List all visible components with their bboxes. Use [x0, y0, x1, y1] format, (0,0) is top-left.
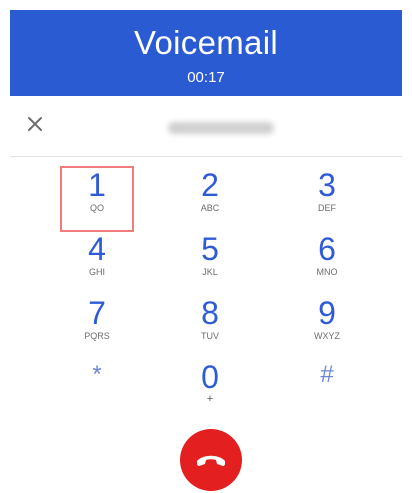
key-digit: 1: [88, 167, 106, 203]
call-title: Voicemail: [134, 24, 278, 61]
key-digit: 9: [318, 295, 336, 331]
dialpad-key-star[interactable]: *: [62, 360, 132, 422]
key-letters: JKL: [202, 267, 218, 277]
key-letters: +: [206, 393, 214, 405]
dialpad-key-5[interactable]: 5 JKL: [175, 232, 245, 294]
key-digit: 5: [201, 231, 219, 267]
dialpad-key-2[interactable]: 2 ABC: [175, 168, 245, 230]
key-letters: TUV: [201, 331, 219, 341]
key-letters: MNO: [316, 267, 338, 277]
key-digit: 2: [201, 167, 219, 203]
phone-hangup-icon: [197, 455, 225, 466]
key-digit: 8: [201, 295, 219, 331]
close-icon[interactable]: [24, 113, 46, 135]
dialpad-key-8[interactable]: 8 TUV: [175, 296, 245, 358]
key-digit: #: [320, 361, 334, 388]
dialpad-key-4[interactable]: 4 GHI: [62, 232, 132, 294]
key-letters: PQRS: [84, 331, 110, 341]
key-digit: 7: [88, 295, 106, 331]
dialpad-key-hash[interactable]: #: [292, 360, 362, 422]
key-digit: 0: [201, 359, 219, 395]
dialpad-key-1[interactable]: 1 QO: [60, 166, 134, 232]
key-digit: 4: [88, 231, 106, 267]
dialpad-key-9[interactable]: 9 WXYZ: [292, 296, 362, 358]
call-timer: 00:17: [187, 69, 225, 86]
dialed-number-field[interactable]: [168, 122, 274, 134]
dialpad-key-6[interactable]: 6 MNO: [292, 232, 362, 294]
dialpad-key-7[interactable]: 7 PQRS: [62, 296, 132, 358]
key-digit: 6: [318, 231, 336, 267]
dial-input-row: [10, 96, 402, 157]
key-letters: QO: [89, 203, 104, 213]
end-call-button[interactable]: [180, 429, 242, 491]
dialpad-key-0[interactable]: 0 +: [175, 360, 245, 422]
call-header: Voicemail 00:17: [10, 10, 402, 96]
dialpad-key-3[interactable]: 3 DEF: [292, 168, 362, 230]
voicemail-call-screen: Voicemail 00:17 1 QO 2 ABC 3 DEF 4 GHI 5: [0, 0, 412, 493]
key-digit: *: [92, 361, 102, 388]
key-letters: DEF: [318, 203, 336, 213]
key-digit: 3: [318, 167, 336, 203]
key-letters: ABC: [200, 203, 220, 213]
dialpad: 1 QO 2 ABC 3 DEF 4 GHI 5 JKL 6 MNO 7 PQR…: [30, 166, 386, 408]
key-letters: WXYZ: [314, 331, 340, 341]
key-letters: GHI: [88, 267, 105, 277]
